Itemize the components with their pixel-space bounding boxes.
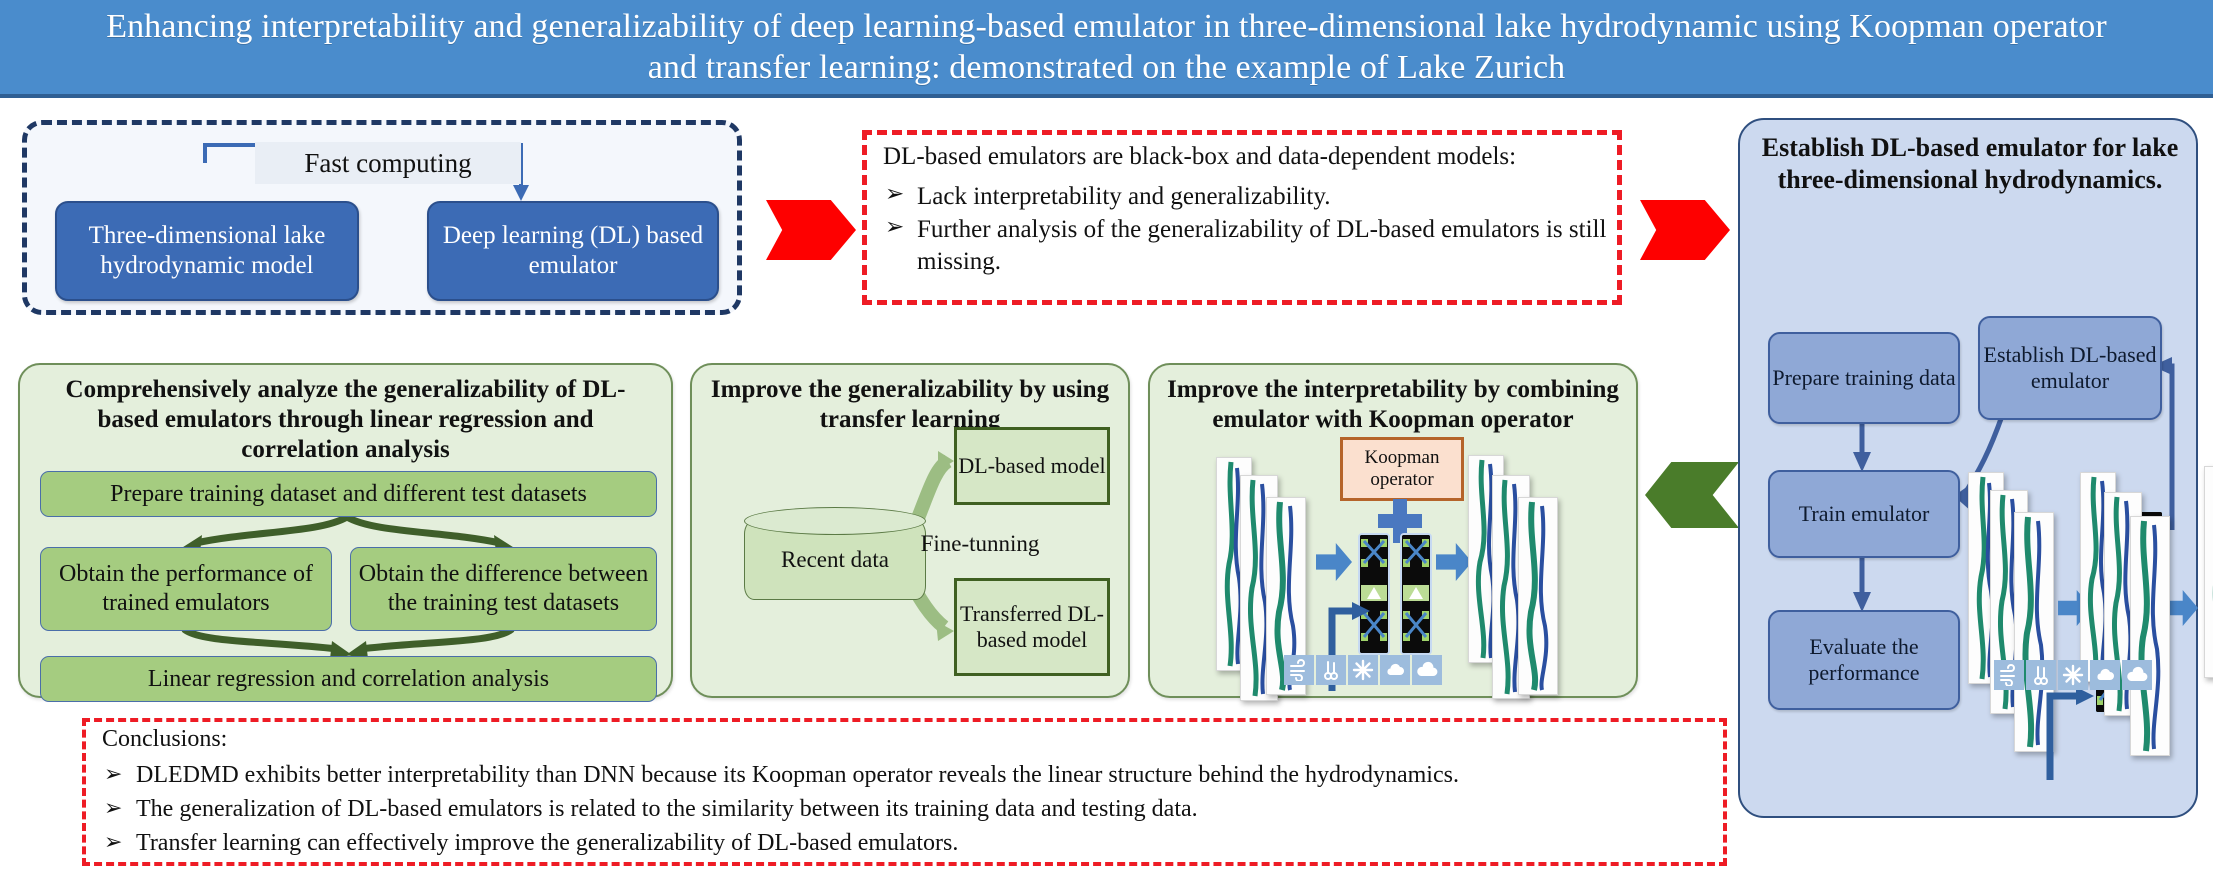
conclusion-item-2-text: The generalization of DL-based emulators…	[136, 796, 1198, 823]
conclusions-list: ➢ DLEDMD exhibits better interpretabilit…	[102, 758, 1702, 860]
problem-bullet-2-text: Further analysis of the generalizability…	[917, 216, 1607, 275]
step-prepare-training-data[interactable]: Prepare training data	[1768, 332, 1960, 424]
sun-icon	[2058, 660, 2088, 690]
bar-obtain-difference[interactable]: Obtain the difference between the traini…	[350, 547, 657, 631]
fine-tuning-label: Fine-tunning	[920, 531, 1040, 556]
step-evaluate-performance[interactable]: Evaluate the performance	[1768, 610, 1960, 710]
panel-interpretability: Improve the interpretability by combinin…	[1148, 363, 1638, 701]
problem-bullet-1-text: Lack interpretability and generalizabili…	[917, 183, 1331, 210]
conclusion-item-2: ➢ The generalization of DL-based emulato…	[102, 792, 1702, 826]
conclusion-item-3: ➢ Transfer learning can effectively impr…	[102, 826, 1702, 860]
panel-transfer-title: Improve the generalizability by using tr…	[710, 376, 1110, 433]
weather-forcing-strip	[1284, 655, 1442, 685]
lake-cross-section-card	[2204, 466, 2213, 678]
fast-computing-label: Fast computing	[255, 142, 521, 184]
thermometer-icon	[1316, 655, 1346, 685]
conclusion-item-1-text: DLEDMD exhibits better interpretability …	[136, 762, 1459, 788]
page-title: Enhancing interpretability and generaliz…	[82, 6, 2132, 89]
problem-bullet-1: ➢ Lack interpretability and generalizabi…	[883, 181, 1613, 212]
problem-bullet-2: ➢ Further analysis of the generalizabili…	[883, 214, 1613, 277]
cloud-icon	[2122, 660, 2152, 690]
conclusions-heading: Conclusions:	[102, 726, 228, 752]
green-arrow-left-icon	[1645, 462, 1739, 528]
conclusion-item-3-text: Transfer learning can effectively improv…	[136, 830, 959, 857]
panel-transfer-learning: Improve the generalizability by using tr…	[690, 363, 1130, 698]
dl-based-model-box[interactable]: DL-based model	[954, 427, 1110, 505]
arrow-bullet-icon: ➢	[104, 829, 123, 855]
establish-emulator-panel: Establish DL-based emulator for lake thr…	[1738, 118, 2213, 818]
red-arrow-right-icon	[766, 200, 856, 260]
lake-cross-section-card	[1518, 497, 1558, 695]
koopman-operator-box[interactable]: Koopman operator	[1340, 437, 1464, 501]
transferred-dl-model-box[interactable]: Transferred DL-based model	[954, 578, 1110, 676]
arrow-bullet-icon: ➢	[104, 795, 123, 821]
title-banner: Enhancing interpretability and generaliz…	[0, 0, 2213, 98]
lake-cross-section-card	[2130, 516, 2170, 756]
arrow-bullet-icon: ➢	[885, 181, 905, 206]
conclusions-box: Conclusions: ➢ DLEDMD exhibits better in…	[82, 718, 1727, 866]
weather-forcing-strip	[1994, 660, 2152, 690]
neural-network-block	[1400, 533, 1432, 655]
bar-obtain-performance[interactable]: Obtain the performance of trained emulat…	[40, 547, 332, 631]
cloud-icon	[2090, 660, 2120, 690]
hydrodynamic-model-box[interactable]: Three-dimensional lake hydrodynamic mode…	[55, 201, 359, 301]
arrow-out-of-network-icon	[1436, 543, 1472, 581]
problem-heading: DL-based emulators are black-box and dat…	[883, 143, 1517, 170]
recent-data-cylinder: Recent data	[743, 507, 926, 600]
step-train-emulator[interactable]: Train emulator	[1768, 470, 1960, 558]
arrow-into-network-icon	[1316, 543, 1352, 581]
output-card-stack	[2078, 472, 2198, 802]
thermometer-icon	[2026, 660, 2056, 690]
panel-interpretability-title: Improve the interpretability by combinin…	[1167, 376, 1619, 433]
panel-generalizability: Comprehensively analyze the generalizabi…	[18, 363, 673, 702]
title-line-1: Enhancing interpretability and generaliz…	[106, 7, 1758, 45]
cloud-icon	[1380, 655, 1410, 685]
problem-statement-box: DL-based emulators are black-box and dat…	[862, 130, 1622, 305]
bar-prepare-datasets[interactable]: Prepare training dataset and different t…	[40, 471, 657, 517]
bar-linear-regression[interactable]: Linear regression and correlation analys…	[40, 656, 657, 702]
wind-icon	[1284, 655, 1314, 685]
sun-icon	[1348, 655, 1378, 685]
panel-generalizability-title: Comprehensively analyze the generalizabi…	[65, 376, 626, 463]
dl-emulator-box[interactable]: Deep learning (DL) based emulator	[427, 201, 719, 301]
problem-bullet-list: ➢ Lack interpretability and generalizabi…	[883, 181, 1613, 279]
arrow-bullet-icon: ➢	[885, 214, 905, 240]
cloud-icon	[1412, 655, 1442, 685]
wind-icon	[1994, 660, 2024, 690]
fast-computing-group: Fast computing Three-dimensional lake hy…	[22, 120, 742, 315]
conclusion-item-1: ➢ DLEDMD exhibits better interpretabilit…	[102, 758, 1702, 792]
recent-data-label: Recent data	[781, 547, 889, 572]
step-establish-dl-emulator[interactable]: Establish DL-based emulator	[1978, 316, 2162, 420]
red-arrow-right-icon	[1640, 200, 1730, 260]
establish-panel-title: Establish DL-based emulator for lake thr…	[1761, 133, 2179, 194]
arrow-bullet-icon: ➢	[104, 761, 123, 786]
